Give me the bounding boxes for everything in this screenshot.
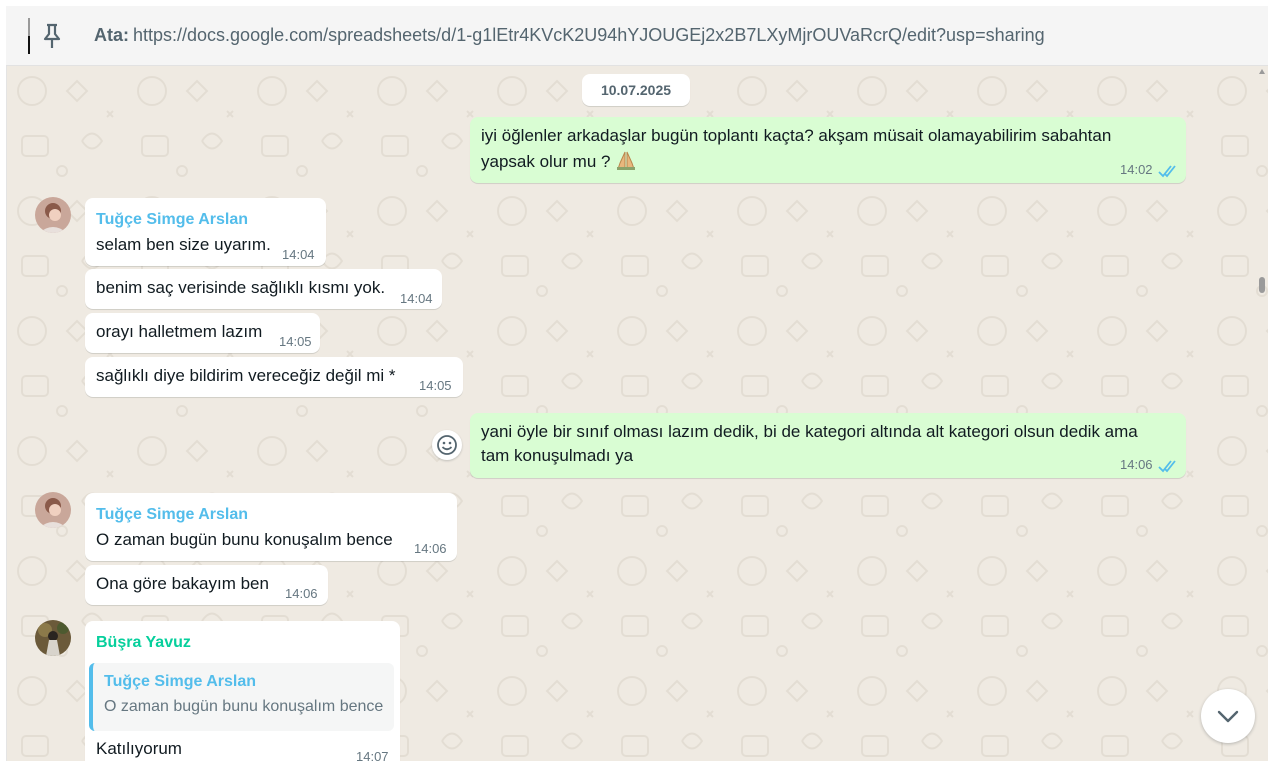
- message-incoming-reply[interactable]: Büşra Yavuz Tuğçe Simge Arslan O zaman b…: [85, 621, 400, 761]
- message-time: 14:04: [282, 247, 315, 262]
- emoji-reaction-icon: [437, 435, 457, 455]
- scrollbar-thumb[interactable]: [1259, 277, 1265, 293]
- pinned-url[interactable]: https://docs.google.com/spreadsheets/d/1…: [133, 25, 1045, 45]
- pinned-indicator: [28, 18, 30, 54]
- message-time: 14:06: [1120, 457, 1153, 472]
- double-check-icon: [1158, 460, 1176, 473]
- message-time: 14:05: [279, 334, 312, 349]
- chat-panel[interactable]: 10.07.2025 iyi öğlenler arkadaşlar bugün…: [6, 66, 1268, 761]
- message-incoming[interactable]: benim saç verisinde sağlıklı kısmı yok. …: [85, 269, 442, 309]
- scroll-to-bottom-button[interactable]: [1201, 689, 1255, 743]
- quoted-sender-name: Tuğçe Simge Arslan: [104, 673, 257, 690]
- message-text: Katılıyorum: [96, 739, 182, 758]
- message-incoming[interactable]: Ona göre bakayım ben 14:06: [85, 565, 328, 605]
- message-time: 14:04: [400, 291, 433, 306]
- message-incoming[interactable]: Tuğçe Simge Arslan O zaman bugün bunu ko…: [85, 493, 457, 561]
- message-outgoing[interactable]: iyi öğlenler arkadaşlar bugün toplantı k…: [470, 117, 1186, 183]
- message-time: 14:06: [414, 541, 447, 556]
- scroll-up-arrow[interactable]: [1259, 69, 1265, 74]
- message-text: Ona göre bakayım ben: [96, 574, 269, 593]
- message-time: 14:02: [1120, 162, 1153, 177]
- message-text-line: yapsak olur mu ?: [481, 149, 637, 174]
- scrollbar[interactable]: [1256, 66, 1268, 761]
- pinned-message-text[interactable]: Ata: https://docs.google.com/spreadsheets…: [94, 25, 1045, 46]
- message-text: orayı halletmem lazım: [96, 322, 263, 341]
- message-outgoing[interactable]: yani öyle bir sınıf olması lazım dedik, …: [470, 413, 1186, 478]
- message-text: selam ben size uyarım.: [96, 235, 271, 254]
- message-time: 14:05: [419, 378, 452, 393]
- message-time: 14:07: [356, 749, 389, 761]
- sender-name[interactable]: Tuğçe Simge Arslan: [96, 506, 248, 524]
- sender-name[interactable]: Büşra Yavuz: [96, 634, 191, 652]
- message-incoming[interactable]: orayı halletmem lazım 14:05: [85, 313, 320, 353]
- message-text-line: tam konuşulmadı ya: [481, 446, 634, 465]
- message-text: O zaman bugün bunu konuşalım bence: [96, 530, 393, 549]
- date-separator: 10.07.2025: [582, 74, 690, 106]
- emoji-reaction-button[interactable]: [432, 430, 462, 460]
- praying-hands-emoji: [617, 151, 636, 170]
- pin-icon[interactable]: [42, 23, 62, 49]
- avatar[interactable]: [35, 620, 71, 656]
- quoted-message[interactable]: Tuğçe Simge Arslan O zaman bugün bunu ko…: [89, 663, 394, 731]
- message-incoming[interactable]: sağlıklı diye bildirim vereceğiz değil m…: [85, 357, 463, 397]
- message-text-line: yani öyle bir sınıf olması lazım dedik, …: [481, 422, 1138, 441]
- quoted-text: O zaman bugün bunu konuşalım bence: [104, 698, 384, 715]
- message-incoming[interactable]: Tuğçe Simge Arslan selam ben size uyarım…: [85, 198, 326, 266]
- message-text-line: iyi öğlenler arkadaşlar bugün toplantı k…: [481, 126, 1112, 145]
- pinned-label: Ata:: [94, 25, 129, 45]
- chevron-down-icon: [1217, 710, 1239, 723]
- sender-name[interactable]: Tuğçe Simge Arslan: [96, 211, 248, 229]
- message-time: 14:06: [285, 586, 318, 601]
- message-text: yapsak olur mu ?: [481, 152, 611, 171]
- double-check-icon: [1158, 165, 1176, 178]
- message-text: benim saç verisinde sağlıklı kısmı yok.: [96, 278, 386, 297]
- avatar[interactable]: [35, 492, 71, 528]
- pinned-message-bar[interactable]: Ata: https://docs.google.com/spreadsheets…: [6, 6, 1268, 66]
- avatar[interactable]: [35, 197, 71, 233]
- message-text: sağlıklı diye bildirim vereceğiz değil m…: [96, 366, 396, 385]
